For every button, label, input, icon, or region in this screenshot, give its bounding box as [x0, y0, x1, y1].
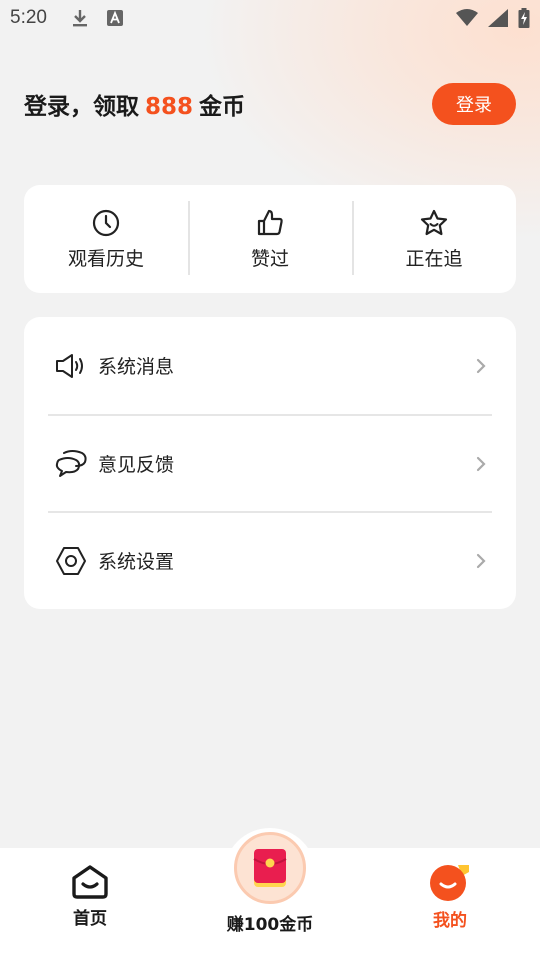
quick-actions-card: 观看历史 赞过 正在追: [24, 185, 516, 293]
speaker-icon: [56, 353, 83, 378]
menu-item-label: 系统设置: [98, 551, 175, 573]
download-icon: [72, 10, 87, 27]
earn-coins-badge: [234, 832, 306, 904]
settings-menu-card: 系统消息 意见反馈 系统设置: [24, 317, 516, 609]
chevron-right-icon: [476, 456, 486, 471]
quick-action-watch-history[interactable]: 观看历史: [24, 185, 188, 293]
tab-home-label: 首页: [73, 909, 107, 929]
tab-mine[interactable]: 我的: [360, 848, 540, 960]
quick-action-label: 赞过: [250, 247, 289, 270]
coin-amount: 888: [145, 94, 194, 120]
status-time: 5:20: [10, 7, 47, 28]
clock-icon: [92, 209, 120, 236]
login-button[interactable]: 登录: [432, 83, 516, 125]
menu-item-system-settings[interactable]: 系统设置: [48, 511, 492, 608]
wifi-icon: [456, 9, 478, 26]
cell-signal-icon: [488, 9, 508, 27]
bottom-navigation: 首页 赚100金币 我的: [0, 828, 540, 960]
menu-item-feedback[interactable]: 意见反馈: [48, 414, 492, 511]
home-icon: [72, 865, 108, 899]
chat-bubbles-icon: [55, 449, 87, 477]
login-promo-title: 登录，领取 888 金币: [24, 87, 245, 121]
quick-action-liked[interactable]: 赞过: [188, 185, 352, 293]
hexagon-settings-icon: [56, 546, 86, 575]
quick-action-label: 观看历史: [67, 247, 144, 270]
login-promo-header: 登录，领取 888 金币 登录: [24, 82, 516, 126]
menu-item-label: 系统消息: [98, 356, 175, 378]
login-promo-prefix: 登录，领取: [24, 94, 139, 120]
menu-item-system-messages[interactable]: 系统消息: [48, 317, 492, 414]
font-a-icon: [106, 10, 123, 26]
chevron-right-icon: [476, 358, 486, 373]
chevron-right-icon: [476, 553, 486, 568]
thumbs-up-icon: [257, 209, 283, 235]
profile-smile-icon: [430, 865, 469, 901]
login-promo-suffix: 金币: [199, 94, 246, 120]
battery-charging-icon: [518, 8, 530, 28]
star-icon: [420, 209, 448, 235]
tab-earn-label: 赚100金币: [226, 915, 314, 935]
status-bar: 5:20: [0, 0, 540, 36]
tab-earn-coins[interactable]: 赚100金币: [180, 828, 360, 960]
tab-home[interactable]: 首页: [0, 848, 180, 960]
quick-action-label: 正在追: [405, 247, 463, 270]
quick-action-following[interactable]: 正在追: [352, 185, 516, 293]
red-envelope-icon: [253, 849, 287, 887]
menu-item-label: 意见反馈: [98, 454, 175, 476]
tab-mine-label: 我的: [433, 911, 467, 931]
